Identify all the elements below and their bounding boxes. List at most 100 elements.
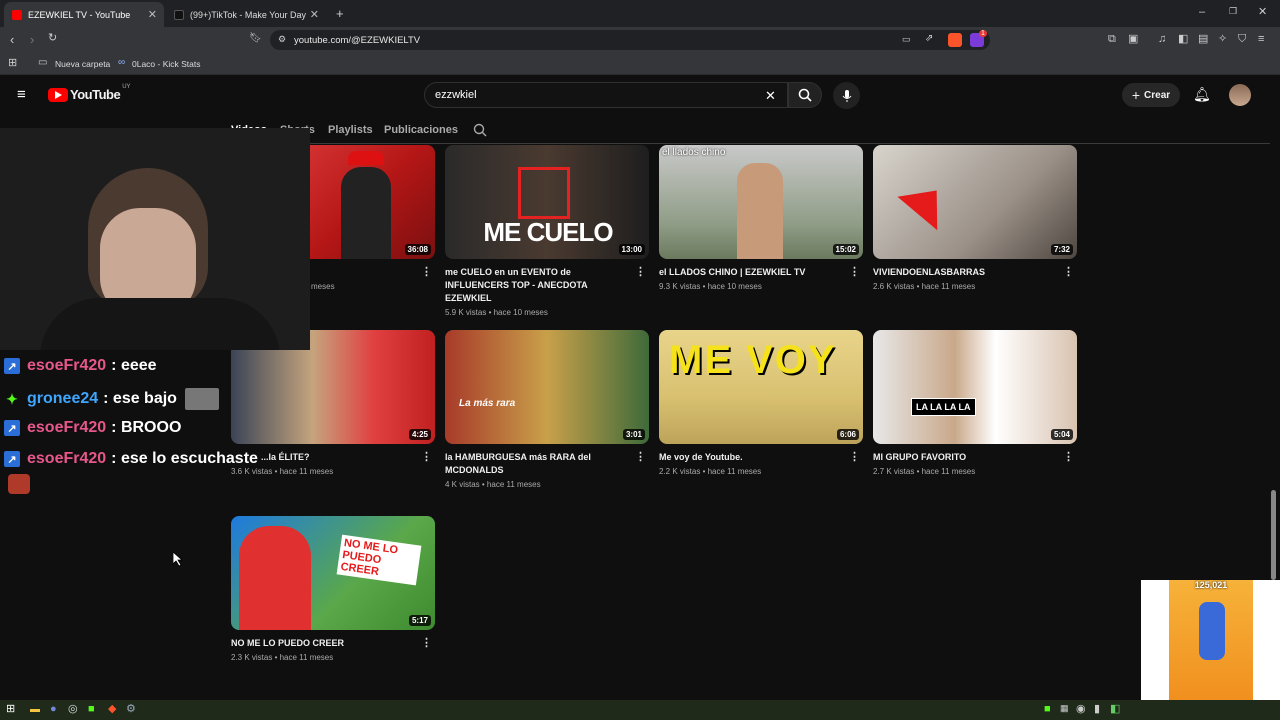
brave-taskbar-icon[interactable]: ◆	[108, 704, 116, 715]
hamburger-menu-icon[interactable]: ≡	[17, 87, 26, 102]
game-overlay: 125,021	[1141, 580, 1280, 720]
video-thumbnail[interactable]: La más rara 3:01	[445, 330, 649, 444]
obs-icon[interactable]: ◎	[68, 704, 78, 715]
kick-icon[interactable]: ■	[88, 704, 95, 715]
music-icon[interactable]: ♫	[1158, 34, 1166, 45]
brave-shields-icon[interactable]	[948, 33, 962, 47]
tray-icon[interactable]: ▦	[1060, 704, 1069, 713]
tab-tiktok[interactable]: (99+)TikTok - Make Your Day ✕	[166, 2, 326, 27]
tray-nvidia-icon[interactable]: ◧	[1110, 704, 1120, 715]
link-icon: ∞	[118, 57, 126, 68]
clear-search-icon[interactable]: ✕	[765, 89, 776, 102]
reload-icon[interactable]: ↻	[48, 33, 57, 44]
video-card[interactable]: el llados chino 15:02 el LLADOS CHINO | …	[659, 145, 863, 291]
share-icon[interactable]: ⇗	[925, 34, 933, 44]
video-thumbnail[interactable]: 7:32	[873, 145, 1077, 259]
video-meta: 2.7 K vistas • hace 11 meses	[873, 467, 976, 476]
search-input[interactable]: ezzwkiel ✕	[424, 82, 788, 108]
back-icon[interactable]: ‹	[10, 33, 14, 46]
youtube-logo[interactable]: YouTube UY	[48, 84, 131, 102]
video-title[interactable]: MI GRUPO FAVORITO	[873, 451, 1059, 464]
chat-text: : ese bajo	[103, 390, 177, 407]
close-tab-icon[interactable]: ✕	[310, 8, 319, 21]
thumbnail-caption: NO ME LO PUEDO CREER	[336, 534, 422, 586]
video-thumbnail[interactable]: ME CUELO 13:00	[445, 145, 649, 259]
emote-image	[184, 388, 219, 410]
discord-icon[interactable]: ●	[50, 704, 57, 715]
more-options-icon[interactable]: ⋮	[421, 636, 432, 649]
address-bar[interactable]: ⚙ youtube.com/@EZEWKIELTV ▭ ⇗ 1	[270, 30, 990, 50]
video-card[interactable]: La más rara 3:01 la HAMBURGUESA más RARA…	[445, 330, 649, 489]
create-button[interactable]: + Crear	[1122, 83, 1180, 107]
video-title[interactable]: VIVIENDOENLASBARRAS	[873, 266, 1059, 279]
more-options-icon[interactable]: ⋮	[635, 450, 646, 463]
thumbnail-caption: ME CUELO	[483, 217, 613, 247]
video-meta: 4 K vistas • hace 11 meses	[445, 480, 541, 489]
vpn-icon[interactable]: ⛉	[1238, 34, 1246, 45]
forward-icon[interactable]: ›	[30, 33, 34, 46]
video-card[interactable]: 7:32 VIVIENDOENLASBARRAS 2.6 K vistas • …	[873, 145, 1077, 291]
browser-tab-strip: EZEWKIEL TV - YouTube ✕ (99+)TikTok - Ma…	[0, 0, 1280, 27]
page-scrollbar[interactable]	[1271, 490, 1276, 580]
extensions-icon[interactable]: ⧉	[1108, 34, 1116, 45]
new-tab-icon[interactable]: +	[336, 7, 344, 20]
leo-ai-icon[interactable]: ✧	[1218, 34, 1227, 45]
close-tab-icon[interactable]: ✕	[148, 8, 157, 21]
video-card[interactable]: ME CUELO 13:00 me CUELO en un EVENTO de …	[445, 145, 649, 317]
tray-mic-icon[interactable]: ▮	[1094, 704, 1100, 715]
channel-tabs: Videos Shorts Playlists Publicaciones	[230, 118, 1270, 144]
channel-search-icon[interactable]	[473, 123, 487, 137]
video-title[interactable]: Me voy de Youtube.	[659, 451, 845, 464]
avatar[interactable]	[1229, 84, 1251, 106]
video-thumbnail[interactable]: LA LA LA LA 5:04	[873, 330, 1077, 444]
video-title[interactable]: me CUELO en un EVENTO de INFLUENCERS TOP…	[445, 266, 631, 305]
video-thumbnail[interactable]: NO ME LO PUEDO CREER 5:17	[231, 516, 435, 630]
wallet-icon[interactable]: ▤	[1198, 34, 1208, 45]
browser-toolbar: ‹ › ↻ 🔖︎ ⚙ youtube.com/@EZEWKIELTV ▭ ⇗ 1…	[0, 27, 1280, 53]
more-options-icon[interactable]: ⋮	[849, 265, 860, 278]
more-options-icon[interactable]: ⋮	[849, 450, 860, 463]
plus-icon: +	[1131, 87, 1141, 103]
video-title[interactable]: el LLADOS CHINO | EZEWKIEL TV	[659, 266, 845, 279]
video-thumbnail[interactable]: ME VOY 6:06	[659, 330, 863, 444]
video-card[interactable]: ME VOY 6:06 Me voy de Youtube. 2.2 K vis…	[659, 330, 863, 476]
voice-search-button[interactable]	[833, 82, 860, 109]
video-card[interactable]: LA LA LA LA 5:04 MI GRUPO FAVORITO 2.7 K…	[873, 330, 1077, 476]
minimize-icon[interactable]: –	[1199, 7, 1205, 18]
more-options-icon[interactable]: ⋮	[421, 265, 432, 278]
bookmark-folder[interactable]: Nueva carpeta	[55, 59, 110, 69]
close-window-icon[interactable]: ✕	[1258, 7, 1267, 18]
tab-search-icon[interactable]: ▣	[1128, 34, 1138, 45]
microphone-icon	[842, 89, 851, 102]
tray-icon[interactable]: ◉	[1076, 704, 1086, 715]
video-title[interactable]: NO ME LO PUEDO CREER	[231, 637, 417, 650]
video-card[interactable]: NO ME LO PUEDO CREER 5:17 NO ME LO PUEDO…	[231, 516, 435, 662]
steam-icon[interactable]: ⚙	[126, 704, 136, 715]
chat-text: : ese lo escuchaste	[111, 450, 258, 467]
restore-icon[interactable]: ❐	[1229, 7, 1237, 16]
tab-posts[interactable]: Publicaciones	[384, 124, 458, 136]
notifications-bell-icon[interactable]: 🔔︎	[1193, 87, 1211, 101]
cast-icon[interactable]: ▭	[902, 35, 911, 44]
url-text: youtube.com/@EZEWKIELTV	[294, 34, 421, 46]
bookmark-icon[interactable]: 🔖︎	[249, 34, 262, 44]
video-thumbnail[interactable]: el llados chino 15:02	[659, 145, 863, 259]
video-title[interactable]: la HAMBURGUESA más RARA del MCDONALDS	[445, 451, 631, 477]
site-info-icon[interactable]: ⚙	[278, 35, 286, 44]
apps-grid-icon[interactable]: ⊞	[8, 58, 17, 69]
file-explorer-icon[interactable]: ▬	[30, 705, 40, 715]
sidebar-icon[interactable]: ◧	[1178, 34, 1188, 45]
more-options-icon[interactable]: ⋮	[635, 265, 646, 278]
more-options-icon[interactable]: ⋮	[421, 450, 432, 463]
more-options-icon[interactable]: ⋮	[1063, 450, 1074, 463]
chat-username: esoeFr420	[27, 450, 107, 467]
tab-playlists[interactable]: Playlists	[328, 124, 373, 136]
video-meta: 5.9 K vistas • hace 10 meses	[445, 308, 548, 317]
more-options-icon[interactable]: ⋮	[1063, 265, 1074, 278]
tray-kick-icon[interactable]: ■	[1044, 704, 1051, 715]
windows-start-icon[interactable]: ⊞	[6, 704, 15, 715]
search-button[interactable]	[788, 82, 822, 108]
bookmark-kick-stats[interactable]: 0Laco - Kick Stats	[132, 59, 201, 69]
menu-icon[interactable]: ≡	[1258, 34, 1264, 45]
tab-youtube[interactable]: EZEWKIEL TV - YouTube ✕	[4, 2, 164, 27]
